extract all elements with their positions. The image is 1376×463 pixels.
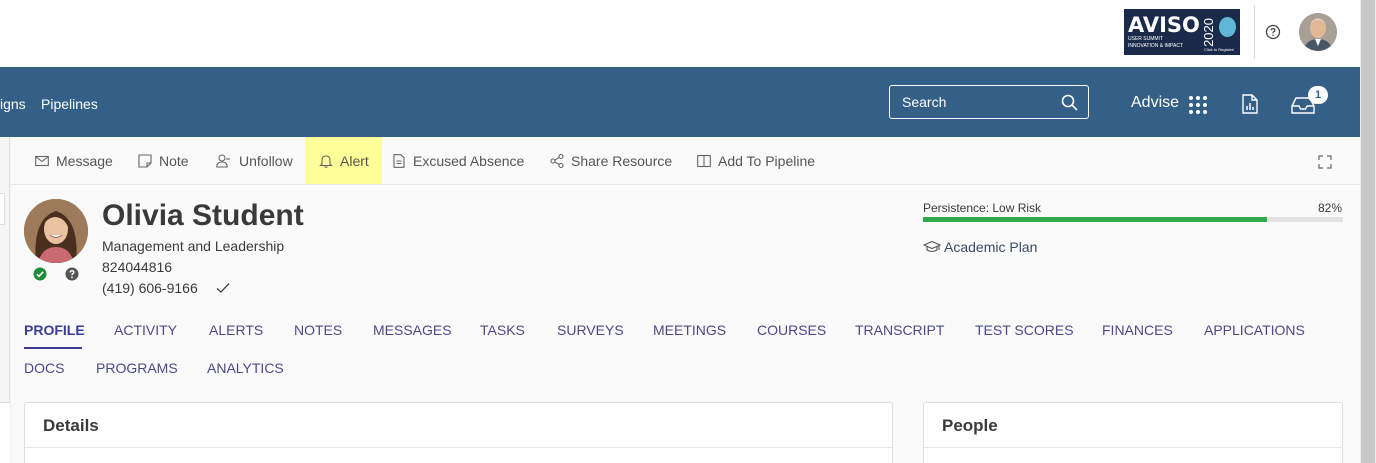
bell-icon (319, 154, 333, 168)
search-box (889, 85, 1089, 119)
tab-programs[interactable]: PROGRAMS (96, 360, 178, 376)
tab-courses[interactable]: COURSES (757, 322, 826, 338)
tab-tasks[interactable]: TASKS (480, 322, 525, 338)
document-icon (393, 153, 405, 168)
tab-alerts[interactable]: ALERTS (209, 322, 263, 338)
main-nav: igns Pipelines Advise (0, 67, 1360, 137)
active-tab-indicator (24, 347, 82, 349)
top-divider (1254, 5, 1255, 59)
graduation-cap-icon (923, 240, 941, 253)
user-avatar[interactable] (1299, 13, 1337, 51)
student-id: 824044816 (102, 259, 173, 275)
advise-label[interactable]: Advise (1131, 94, 1179, 112)
tab-docs[interactable]: DOCS (24, 360, 64, 376)
verified-check-icon (33, 267, 47, 281)
tab-transcript[interactable]: TRANSCRIPT (855, 322, 944, 338)
student-program: Management and Leadership (102, 238, 285, 254)
tab-analytics[interactable]: ANALYTICS (207, 360, 284, 376)
alert-label: Alert (340, 152, 369, 169)
tab-test-scores[interactable]: TEST SCORES (975, 322, 1074, 338)
note-icon (138, 153, 152, 168)
add-to-pipeline-button[interactable]: Add To Pipeline (697, 137, 815, 184)
tab-profile[interactable]: PROFILE (24, 322, 85, 338)
search-icon[interactable] (1061, 94, 1078, 111)
details-card-title: Details (43, 416, 99, 435)
people-card: People (923, 402, 1343, 463)
left-panel-handle[interactable] (0, 193, 5, 225)
student-photo[interactable] (24, 199, 88, 263)
alert-button[interactable]: Alert (305, 137, 382, 184)
user-minus-icon (216, 153, 230, 168)
persistence-label: Persistence: Low Risk (923, 201, 1042, 215)
aviso-summit-banner[interactable]: AVISO USER SUMMIT INNOVATION & IMPACT 20… (1124, 9, 1240, 55)
people-card-title: People (942, 416, 998, 435)
student-phone[interactable]: (419) 606-9166 (102, 280, 198, 296)
excused-absence-button[interactable]: Excused Absence (392, 137, 524, 184)
persistence-bar-fill (923, 217, 1268, 222)
app-grid-icon[interactable] (1188, 95, 1208, 115)
student-name: Olivia Student (102, 199, 304, 232)
report-icon[interactable] (1242, 94, 1258, 114)
add-to-pipeline-label: Add To Pipeline (718, 152, 816, 169)
student-photo-icon (24, 199, 88, 263)
tab-activity[interactable]: ACTIVITY (114, 322, 177, 338)
persistence-percent: 82% (1318, 201, 1343, 215)
persistence-bar (923, 217, 1343, 222)
share-icon (550, 153, 564, 168)
help-icon[interactable] (1265, 24, 1281, 40)
question-circle-icon[interactable] (65, 267, 79, 281)
note-label: Note (159, 152, 189, 169)
user-avatar-icon (1299, 13, 1337, 51)
banner-tagline: INNOVATION & IMPACT (1128, 43, 1184, 49)
unfollow-button[interactable]: Unfollow (214, 137, 293, 184)
academic-plan-link[interactable]: Academic Plan (944, 239, 1037, 255)
banner-text: AVISO USER SUMMIT INNOVATION & IMPACT (1128, 13, 1200, 50)
details-card-divider (25, 447, 892, 448)
details-card: Details (24, 402, 893, 463)
share-resource-label: Share Resource (571, 152, 673, 169)
left-panel-card (0, 402, 10, 463)
banner-word: AVISO (1128, 13, 1200, 37)
app-root: AVISO USER SUMMIT INNOVATION & IMPACT 20… (0, 0, 1376, 463)
people-card-divider (924, 447, 1342, 448)
expand-icon[interactable] (1318, 155, 1332, 169)
note-button[interactable]: Note (138, 137, 189, 184)
tab-finances[interactable]: FINANCES (1102, 322, 1173, 338)
banner-head-icon (1218, 17, 1236, 37)
columns-icon (697, 154, 711, 167)
message-label: Message (56, 152, 113, 169)
tab-applications[interactable]: APPLICATIONS (1204, 322, 1305, 338)
nav-link-campaigns[interactable]: igns (0, 96, 26, 112)
banner-year: 2020 (1200, 17, 1216, 47)
search-input[interactable] (890, 86, 1060, 118)
share-resource-button[interactable]: Share Resource (550, 137, 672, 184)
banner-small-text: Click to Register! (1204, 47, 1235, 52)
phone-verified-check-icon (216, 283, 230, 293)
tab-meetings[interactable]: MEETINGS (653, 322, 726, 338)
envelope-icon (35, 155, 49, 166)
tab-surveys[interactable]: SURVEYS (557, 322, 624, 338)
action-toolbar: Message Note Unfollow Alert Excused Abse… (11, 137, 1360, 185)
inbox-count-badge: 1 (1308, 86, 1328, 104)
nav-link-pipelines[interactable]: Pipelines (41, 96, 98, 112)
excused-absence-label: Excused Absence (413, 152, 525, 169)
tab-messages[interactable]: MESSAGES (373, 322, 452, 338)
unfollow-label: Unfollow (239, 152, 293, 169)
page-scrollbar[interactable] (1361, 0, 1375, 463)
message-button[interactable]: Message (35, 137, 113, 184)
tab-notes[interactable]: NOTES (294, 322, 342, 338)
